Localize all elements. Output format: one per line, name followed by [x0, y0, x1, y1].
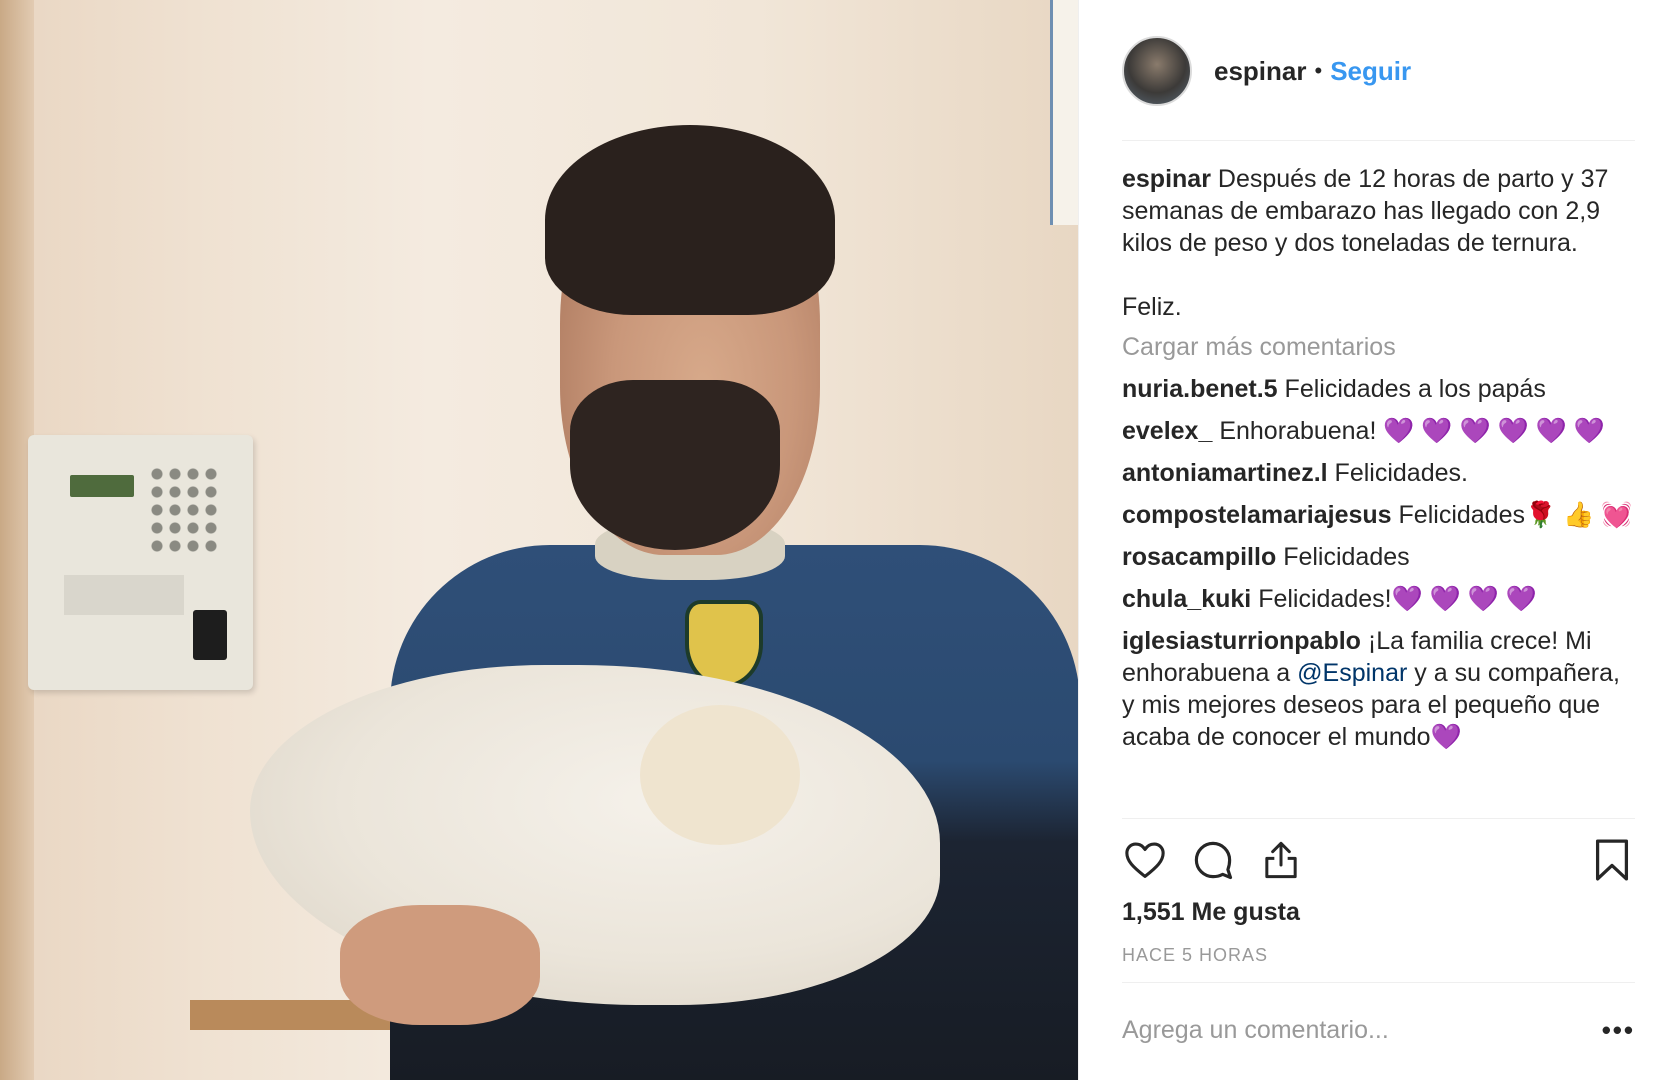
share-upload-icon [1265, 841, 1297, 879]
comment-item: rosacampillo Felicidades [1122, 541, 1638, 573]
header-separator: • [1314, 58, 1323, 83]
comments-list: espinar Después de 12 horas de parto y 3… [1122, 163, 1638, 753]
photo-beard [570, 380, 780, 550]
load-more-comments-button[interactable]: Cargar más comentarios [1122, 331, 1638, 363]
comment-text: Felicidades a los papás [1284, 375, 1546, 403]
photo-phone-label [64, 575, 184, 615]
follow-button[interactable]: Seguir [1330, 56, 1411, 87]
comment-username[interactable]: evelex_ [1122, 417, 1212, 445]
header-divider [1122, 140, 1635, 141]
comment-item: iglesiasturrionpablo ¡La familia crece! … [1122, 625, 1638, 753]
photo-hands [340, 905, 540, 1025]
post-header: espinar • Seguir [1122, 35, 1635, 107]
more-options-button[interactable]: ••• [1602, 1015, 1635, 1046]
save-button[interactable] [1589, 837, 1635, 883]
comment-username[interactable]: rosacampillo [1122, 543, 1276, 571]
comment-bubble-icon [1194, 841, 1233, 880]
photo-baby-hat [640, 705, 800, 845]
comment-item: chula_kuki Felicidades!💜 💜 💜 💜 [1122, 583, 1638, 615]
photo-hair [545, 125, 835, 315]
header-username[interactable]: espinar [1214, 56, 1307, 87]
post-photo[interactable] [0, 0, 1078, 1080]
comment-input[interactable]: Agrega un comentario... [1122, 1016, 1602, 1045]
comment-text: Felicidades!💜 💜 💜 💜 [1258, 585, 1537, 613]
comment-text: Felicidades [1283, 543, 1410, 571]
comment-username[interactable]: nuria.benet.5 [1122, 375, 1278, 403]
comment-text: Felicidades🌹 👍 💓 [1398, 501, 1633, 529]
photo-wall-phone [28, 435, 253, 690]
photo-phone-screen [70, 475, 134, 497]
comment-button[interactable] [1190, 837, 1236, 883]
action-bar [1122, 835, 1635, 885]
share-button[interactable] [1258, 837, 1304, 883]
heart-icon [1125, 842, 1165, 878]
mention-link[interactable]: @Espinar [1297, 659, 1407, 687]
comment-item: evelex_ Enhorabuena! 💜 💜 💜 💜 💜 💜 [1122, 415, 1638, 447]
actions-divider [1122, 818, 1635, 819]
bookmark-icon [1595, 839, 1629, 881]
like-button[interactable] [1122, 837, 1168, 883]
instagram-post: espinar • Seguir espinar Después de 12 h… [0, 0, 1678, 1080]
comment-username[interactable]: compostelamariajesus [1122, 501, 1392, 529]
photo-person [250, 125, 1078, 1080]
comment-item: compostelamariajesus Felicidades🌹 👍 💓 [1122, 499, 1638, 531]
caption-username[interactable]: espinar [1122, 165, 1211, 193]
comment-text: Felicidades. [1334, 459, 1468, 487]
photo-phone-slot [193, 610, 227, 660]
caption-text-2: Feliz. [1122, 293, 1182, 321]
likes-count[interactable]: 1,551 Me gusta [1122, 898, 1300, 927]
comment-item: antoniamartinez.l Felicidades. [1122, 457, 1638, 489]
photo-phone-keypad [148, 465, 218, 555]
caption: espinar Después de 12 horas de parto y 3… [1122, 163, 1638, 259]
comment-username[interactable]: chula_kuki [1122, 585, 1251, 613]
post-sidebar: espinar • Seguir espinar Después de 12 h… [1078, 0, 1678, 1080]
comment-username[interactable]: antoniamartinez.l [1122, 459, 1328, 487]
avatar[interactable] [1122, 36, 1192, 106]
add-comment-bar: Agrega un comentario... ••• [1122, 1005, 1635, 1055]
comment-input-divider [1122, 982, 1635, 983]
comment-text: Enhorabuena! 💜 💜 💜 💜 💜 💜 [1219, 417, 1605, 445]
comment-item: nuria.benet.5 Felicidades a los papás [1122, 373, 1638, 405]
comment-username[interactable]: iglesiasturrionpablo [1122, 627, 1361, 655]
post-timestamp[interactable]: HACE 5 HORAS [1122, 945, 1268, 966]
